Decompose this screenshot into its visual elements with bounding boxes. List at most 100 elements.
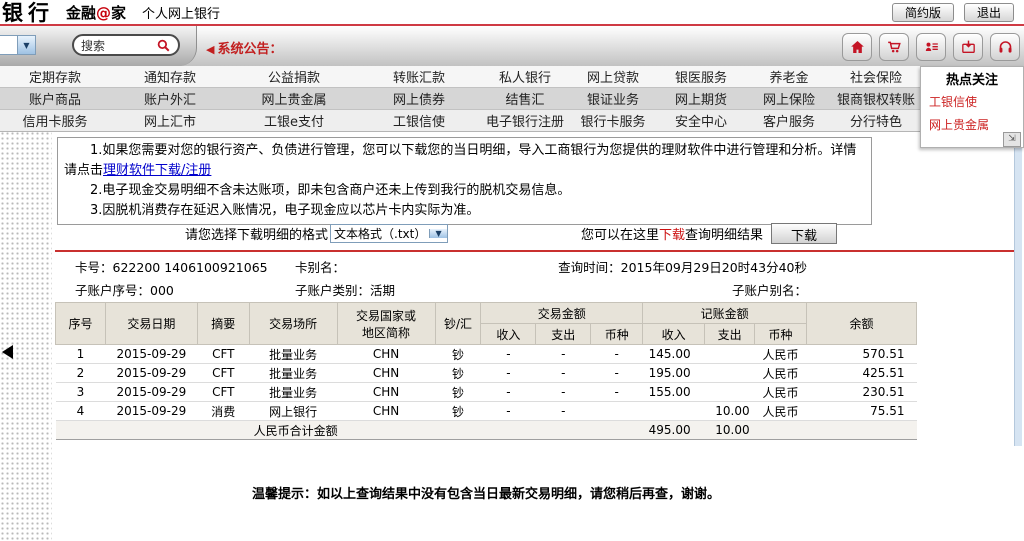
query-time: 查询时间：2015年09月29日20时43分40秒	[525, 257, 807, 276]
col-region: 交易国家或地区简称	[337, 303, 435, 345]
nav-item[interactable]: 工银信使	[358, 111, 480, 130]
mail-download-button[interactable]	[953, 33, 983, 61]
col-txn-currency: 币种	[591, 324, 643, 345]
nav-item[interactable]: 账户外汇	[110, 89, 230, 108]
contacts-button[interactable]	[916, 33, 946, 61]
nav-item[interactable]: 网上贵金属	[230, 89, 358, 108]
at-mark: @	[96, 4, 111, 22]
nav-row-3: 信用卡服务 网上汇市 工银e支付 工银信使 电子银行注册 银行卡服务 安全中心 …	[0, 110, 920, 132]
quick-menu-value	[0, 36, 17, 54]
quick-menu-select[interactable]: ▼	[0, 35, 36, 55]
red-divider	[55, 250, 1015, 252]
finance-at-home-logo: 金融@家	[66, 2, 126, 23]
search-box[interactable]: 搜索	[72, 34, 180, 56]
col-cash: 钞/汇	[435, 303, 481, 345]
logout-button[interactable]: 退出	[964, 3, 1014, 22]
vertical-scrollbar[interactable]	[1014, 141, 1022, 446]
card-number: 卡号：622200 1406100921065	[55, 257, 295, 276]
table-row: 12015-09-29 CFT批量业务 CHN钞 -- -145.00 人民币 …	[56, 345, 917, 364]
nav-item[interactable]: 电子银行注册	[480, 111, 570, 130]
nav-item[interactable]: 客户服务	[746, 111, 832, 130]
table-row: 42015-09-29 消费网上银行 CHN钞 -- 10.00人民币 75.5…	[56, 402, 917, 421]
table-row: 32015-09-29 CFT批量业务 CHN钞 -- -155.00 人民币 …	[56, 383, 917, 402]
subaccount-alias: 子账户别名：	[525, 280, 807, 299]
home-icon	[849, 39, 866, 55]
nav-row-1: 定期存款 通知存款 公益捐款 转账汇款 私人银行 网上贷款 银医服务 养老金 社…	[0, 66, 920, 88]
col-group-booked-amount: 记账金额	[643, 303, 807, 324]
nav-item[interactable]: 公益捐款	[230, 67, 358, 86]
transaction-table: 序号 交易日期 摘要 交易场所 交易国家或地区简称 钞/汇 交易金额 记账金额 …	[55, 302, 917, 440]
table-total-row: 人民币合计金额 495.00 10.00	[56, 421, 917, 440]
nav-item[interactable]: 定期存款	[0, 67, 110, 86]
notice-line-3: 3.因脱机消费存在延迟入账情况，电子现金应以芯片卡内实际为准。	[64, 201, 865, 221]
nav-item[interactable]: 转账汇款	[358, 67, 480, 86]
nav-item[interactable]: 私人银行	[480, 67, 570, 86]
col-venue: 交易场所	[249, 303, 337, 345]
notice-line-1: 1.如果您需要对您的银行资产、负债进行管理，您可以下载您的当日明细，导入工商银行…	[64, 141, 865, 181]
chevron-down-icon[interactable]: ▼	[429, 229, 447, 238]
col-group-transaction-amount: 交易金额	[481, 303, 643, 324]
nav-item[interactable]: 银证业务	[570, 89, 656, 108]
card-alias: 卡别名：	[295, 257, 525, 276]
notice-box: 1.如果您需要对您的银行资产、负债进行管理，您可以下载您的当日明细，导入工商银行…	[57, 137, 872, 225]
software-download-register-link[interactable]: 理财软件下载/注册	[103, 163, 211, 178]
nav-item[interactable]: 银商银权转账	[832, 89, 920, 108]
subaccount-type: 子账户类别：活期	[295, 280, 525, 299]
home-button[interactable]	[842, 33, 872, 61]
hot-topic-item[interactable]: 网上贵金属	[921, 110, 1023, 133]
account-info-row-1: 卡号：622200 1406100921065 卡别名： 查询时间：2015年0…	[55, 255, 807, 278]
system-announcement: ◀系统公告：	[206, 38, 282, 57]
col-seq: 序号	[56, 303, 106, 345]
home-label: 家	[111, 4, 126, 22]
headset-icon	[997, 39, 1014, 55]
hot-topic-item[interactable]: 工银信使	[921, 87, 1023, 110]
download-link[interactable]: 下载	[659, 228, 685, 243]
nav-item[interactable]: 分行特色	[832, 111, 920, 130]
total-expense: 10.00	[705, 421, 755, 440]
total-label: 人民币合计金额	[56, 421, 536, 440]
format-label: 请您选择下载明细的格式	[185, 224, 328, 243]
nav-item[interactable]: 结售汇	[480, 89, 570, 108]
nav-item[interactable]: 社会保险	[832, 67, 920, 86]
nav-item[interactable]: 工银e支付	[230, 111, 358, 130]
account-info: 卡号：622200 1406100921065 卡别名： 查询时间：2015年0…	[55, 255, 807, 301]
nav-item[interactable]: 银医服务	[656, 67, 746, 86]
announcement-marker-icon: ◀	[206, 43, 214, 56]
customer-service-button[interactable]	[990, 33, 1020, 61]
nav-item[interactable]: 网上贷款	[570, 67, 656, 86]
collapse-sidebar-icon[interactable]	[2, 345, 13, 359]
hint-text: 您可以在这里	[581, 228, 659, 243]
col-summary: 摘要	[197, 303, 249, 345]
nav-item[interactable]: 网上汇市	[110, 111, 230, 130]
download-button[interactable]: 下载	[771, 223, 837, 244]
col-book-income: 收入	[643, 324, 705, 345]
nav-item[interactable]: 网上债券	[358, 89, 480, 108]
search-input[interactable]: 搜索	[81, 37, 156, 54]
nav-item[interactable]: 网上期货	[656, 89, 746, 108]
notice-line-2: 2.电子现金交易明细不含未达账项，即未包含商户还未上传到我行的脱机交易信息。	[64, 181, 865, 201]
content-area: 1.如果您需要对您的银行资产、负债进行管理，您可以下载您的当日明细，导入工商银行…	[0, 131, 1024, 541]
nav-item[interactable]: 银行卡服务	[570, 111, 656, 130]
format-select[interactable]: 文本格式（.txt） ▼	[330, 224, 448, 243]
hint-text: 查询明细结果	[685, 228, 763, 243]
nav-item[interactable]: 网上保险	[746, 89, 832, 108]
panel-resize-icon[interactable]: ⇲	[1003, 132, 1021, 147]
nav-item[interactable]: 通知存款	[110, 67, 230, 86]
toolbar-icons	[842, 33, 1020, 61]
col-txn-expense: 支出	[536, 324, 591, 345]
nav-item[interactable]: 安全中心	[656, 111, 746, 130]
bank-logo: 银行	[2, 0, 54, 27]
account-info-row-2: 子账户序号：000 子账户类别：活期 子账户别名：	[55, 278, 807, 301]
shopping-cart-button[interactable]	[879, 33, 909, 61]
nav-item[interactable]: 账户商品	[0, 89, 110, 108]
search-icon[interactable]	[156, 38, 171, 53]
toolbar: ▼ 搜索 ◀系统公告：	[0, 26, 1024, 66]
contacts-icon	[923, 39, 940, 55]
nav-item[interactable]: 养老金	[746, 67, 832, 86]
nav-item[interactable]: 信用卡服务	[0, 111, 110, 130]
simple-version-button[interactable]: 简约版	[892, 3, 954, 22]
mail-download-icon	[960, 39, 977, 55]
announcement-label: 系统公告：	[217, 42, 282, 57]
chevron-down-icon[interactable]: ▼	[17, 36, 35, 54]
download-hint: 您可以在这里下载查询明细结果	[581, 224, 763, 243]
